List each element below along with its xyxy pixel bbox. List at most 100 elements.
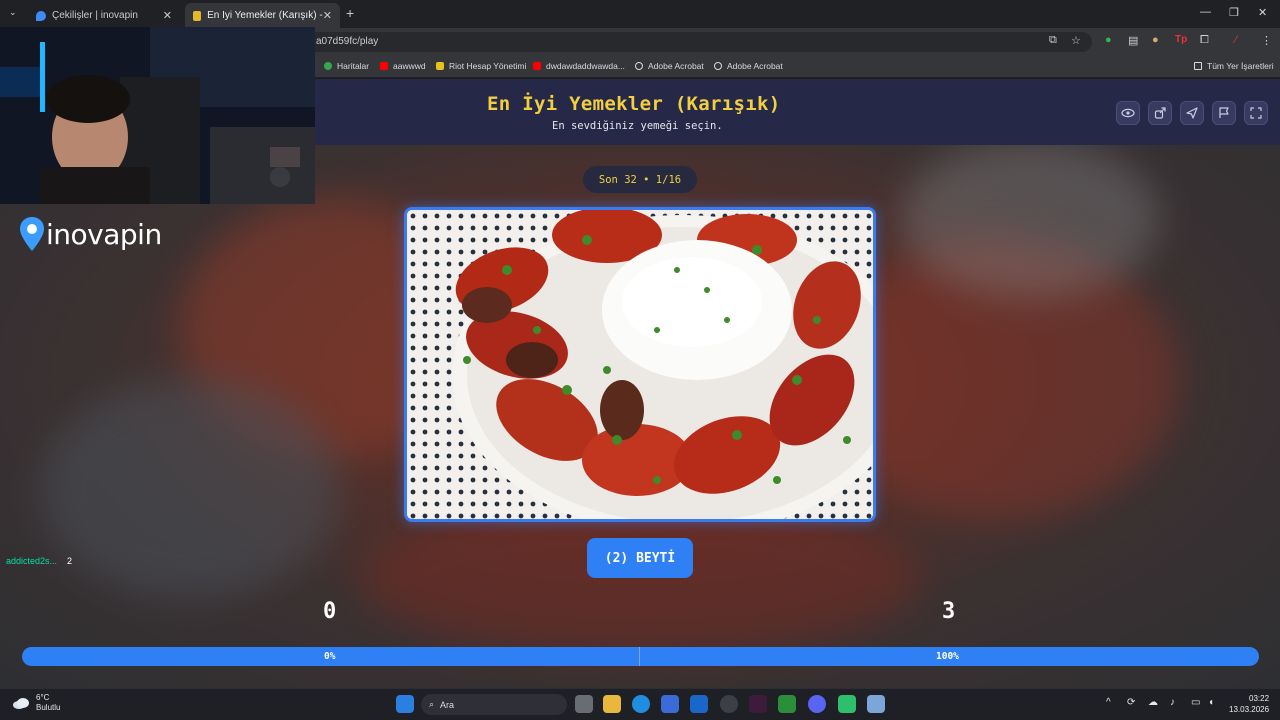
left-score: 0: [323, 599, 337, 624]
tab-search-icon[interactable]: ⌄: [9, 7, 17, 18]
discord-icon[interactable]: [808, 695, 826, 713]
bookmark-adobe[interactable]: Adobe Acrobat: [635, 61, 704, 71]
close-tab-icon[interactable]: ✕: [163, 9, 172, 22]
youtube-icon: [533, 62, 541, 70]
search-label: Ara: [440, 699, 455, 710]
weather-widget[interactable]: 6°C Bulutlu: [12, 693, 60, 713]
round-indicator: Son 32 • 1/16: [583, 166, 697, 193]
chat-message: 2: [67, 556, 73, 566]
webcam-feed: [0, 27, 315, 204]
choice-label: (2) BEYTİ: [604, 550, 676, 566]
webcam-overlay: [0, 27, 315, 204]
inovapin-logo: inovapin: [18, 215, 162, 253]
flag-icon: [1219, 107, 1229, 118]
bookmark-label: Tüm Yer İşaretleri: [1207, 61, 1274, 71]
report-button[interactable]: [1212, 101, 1236, 125]
send-icon: [1186, 107, 1198, 119]
eye-icon: [1121, 108, 1135, 118]
onedrive-icon[interactable]: ☁: [1148, 697, 1158, 708]
task-view-icon[interactable]: [575, 695, 593, 713]
tab-tier-list[interactable]: En İyi Yemekler (Karışık) - Tier L ✕: [185, 3, 340, 28]
bookmark-haritalar[interactable]: Haritalar: [324, 61, 369, 71]
search-icon: ⌕: [429, 699, 435, 709]
network-icon[interactable]: ▭: [1191, 697, 1200, 708]
volume-icon[interactable]: ◖: [1208, 697, 1214, 708]
bookmark-adobe[interactable]: Adobe Acrobat: [714, 61, 783, 71]
share-button[interactable]: [1148, 101, 1172, 125]
choice-button[interactable]: (2) BEYTİ: [587, 538, 693, 578]
extensions-puzzle-icon[interactable]: ⧠: [1200, 34, 1209, 47]
food-image-card[interactable]: [404, 207, 876, 522]
minimize-icon[interactable]: —: [1200, 6, 1211, 18]
fullscreen-button[interactable]: [1244, 101, 1268, 125]
translate-icon[interactable]: ⧉: [1049, 34, 1057, 47]
outlook-icon[interactable]: [690, 695, 708, 713]
system-clock[interactable]: 03:22 13.03.2026: [1229, 693, 1269, 715]
clock-time: 03:22: [1249, 694, 1270, 703]
chrome-icon[interactable]: [720, 695, 738, 713]
new-tab-icon[interactable]: +: [346, 5, 354, 21]
restore-icon[interactable]: ❐: [1229, 6, 1239, 19]
tab-title: Çekilişler | inovapin: [52, 10, 138, 21]
map-pin-logo-icon: [20, 217, 44, 251]
background-blur: [360, 499, 920, 659]
riot-icon: [436, 62, 444, 70]
extension-icon[interactable]: ●: [1105, 34, 1112, 46]
app-icon[interactable]: [749, 695, 767, 713]
chat-overlay: addicted2s... 2: [6, 556, 72, 566]
edge-icon[interactable]: [632, 695, 650, 713]
browser-tab-strip: ⌄ Çekilişler | inovapin ✕ En İyi Yemekle…: [0, 0, 1280, 28]
address-bar[interactable]: [300, 32, 1092, 52]
right-percentage: 100%: [936, 651, 959, 662]
cloud-icon: [13, 698, 29, 709]
screen: ⌄ Çekilişler | inovapin ✕ En İyi Yemekle…: [0, 0, 1280, 720]
round-label: Son 32 • 1/16: [598, 173, 682, 186]
weather-label: Bulutlu: [36, 703, 61, 712]
page-subtitle: En sevdiğiniz yemeği seçin.: [552, 120, 723, 132]
logo-text: inovapin: [46, 217, 162, 251]
map-pin-icon: [324, 62, 332, 70]
youtube-icon: [380, 62, 388, 70]
food-photo: [407, 210, 873, 519]
microphone-icon[interactable]: ♪: [1170, 697, 1175, 708]
bookmark-youtube[interactable]: dwdawdaddwawda...: [533, 61, 625, 71]
url-text[interactable]: a07d59fc/play: [316, 36, 378, 47]
extension-icon[interactable]: Tp: [1175, 34, 1187, 45]
background-blur: [900, 139, 1160, 299]
close-tab-icon[interactable]: ✕: [323, 9, 332, 22]
extension-icon[interactable]: ●: [1152, 34, 1159, 46]
app-icon[interactable]: [838, 695, 856, 713]
tray-chevron-icon[interactable]: ^: [1106, 697, 1111, 708]
bookmark-youtube[interactable]: aawwwd: [380, 61, 426, 71]
store-icon[interactable]: [661, 695, 679, 713]
bookmark-label: Haritalar: [337, 61, 370, 71]
vote-progress-bar: [22, 647, 1259, 666]
page-title: En İyi Yemekler (Karışık): [487, 93, 781, 115]
menu-kebab-icon[interactable]: ⋮: [1261, 34, 1272, 47]
temperature: 6°C: [36, 693, 50, 702]
tray-icon[interactable]: ⟳: [1127, 697, 1135, 708]
close-window-icon[interactable]: ✕: [1258, 6, 1267, 19]
send-button[interactable]: [1180, 101, 1204, 125]
app-icon[interactable]: [867, 695, 885, 713]
taskbar-search[interactable]: ⌕ Ara: [421, 694, 567, 715]
bookmark-label: Adobe Acrobat: [727, 61, 783, 71]
eye-button[interactable]: [1116, 101, 1140, 125]
background-blur: [40, 379, 340, 599]
folder-icon: [1194, 62, 1202, 70]
right-score: 3: [942, 599, 956, 624]
file-explorer-icon[interactable]: [603, 695, 621, 713]
bookmark-riot[interactable]: Riot Hesap Yönetimi: [436, 61, 526, 71]
tier-favicon-icon: [193, 10, 202, 21]
bookmark-label: aawwwd: [393, 61, 426, 71]
app-icon[interactable]: [778, 695, 796, 713]
tab-cekilisler[interactable]: Çekilişler | inovapin ✕: [28, 3, 180, 28]
left-percentage: 0%: [324, 651, 336, 662]
bookmark-star-icon[interactable]: ☆: [1071, 34, 1081, 47]
profile-icon[interactable]: ∕: [1235, 34, 1237, 46]
extension-icon[interactable]: ▤: [1128, 34, 1138, 47]
fullscreen-icon: [1250, 107, 1262, 119]
all-bookmarks[interactable]: Tüm Yer İşaretleri: [1194, 61, 1274, 71]
bookmark-label: dwdawdaddwawda...: [546, 61, 625, 71]
windows-start-icon[interactable]: [396, 695, 414, 713]
